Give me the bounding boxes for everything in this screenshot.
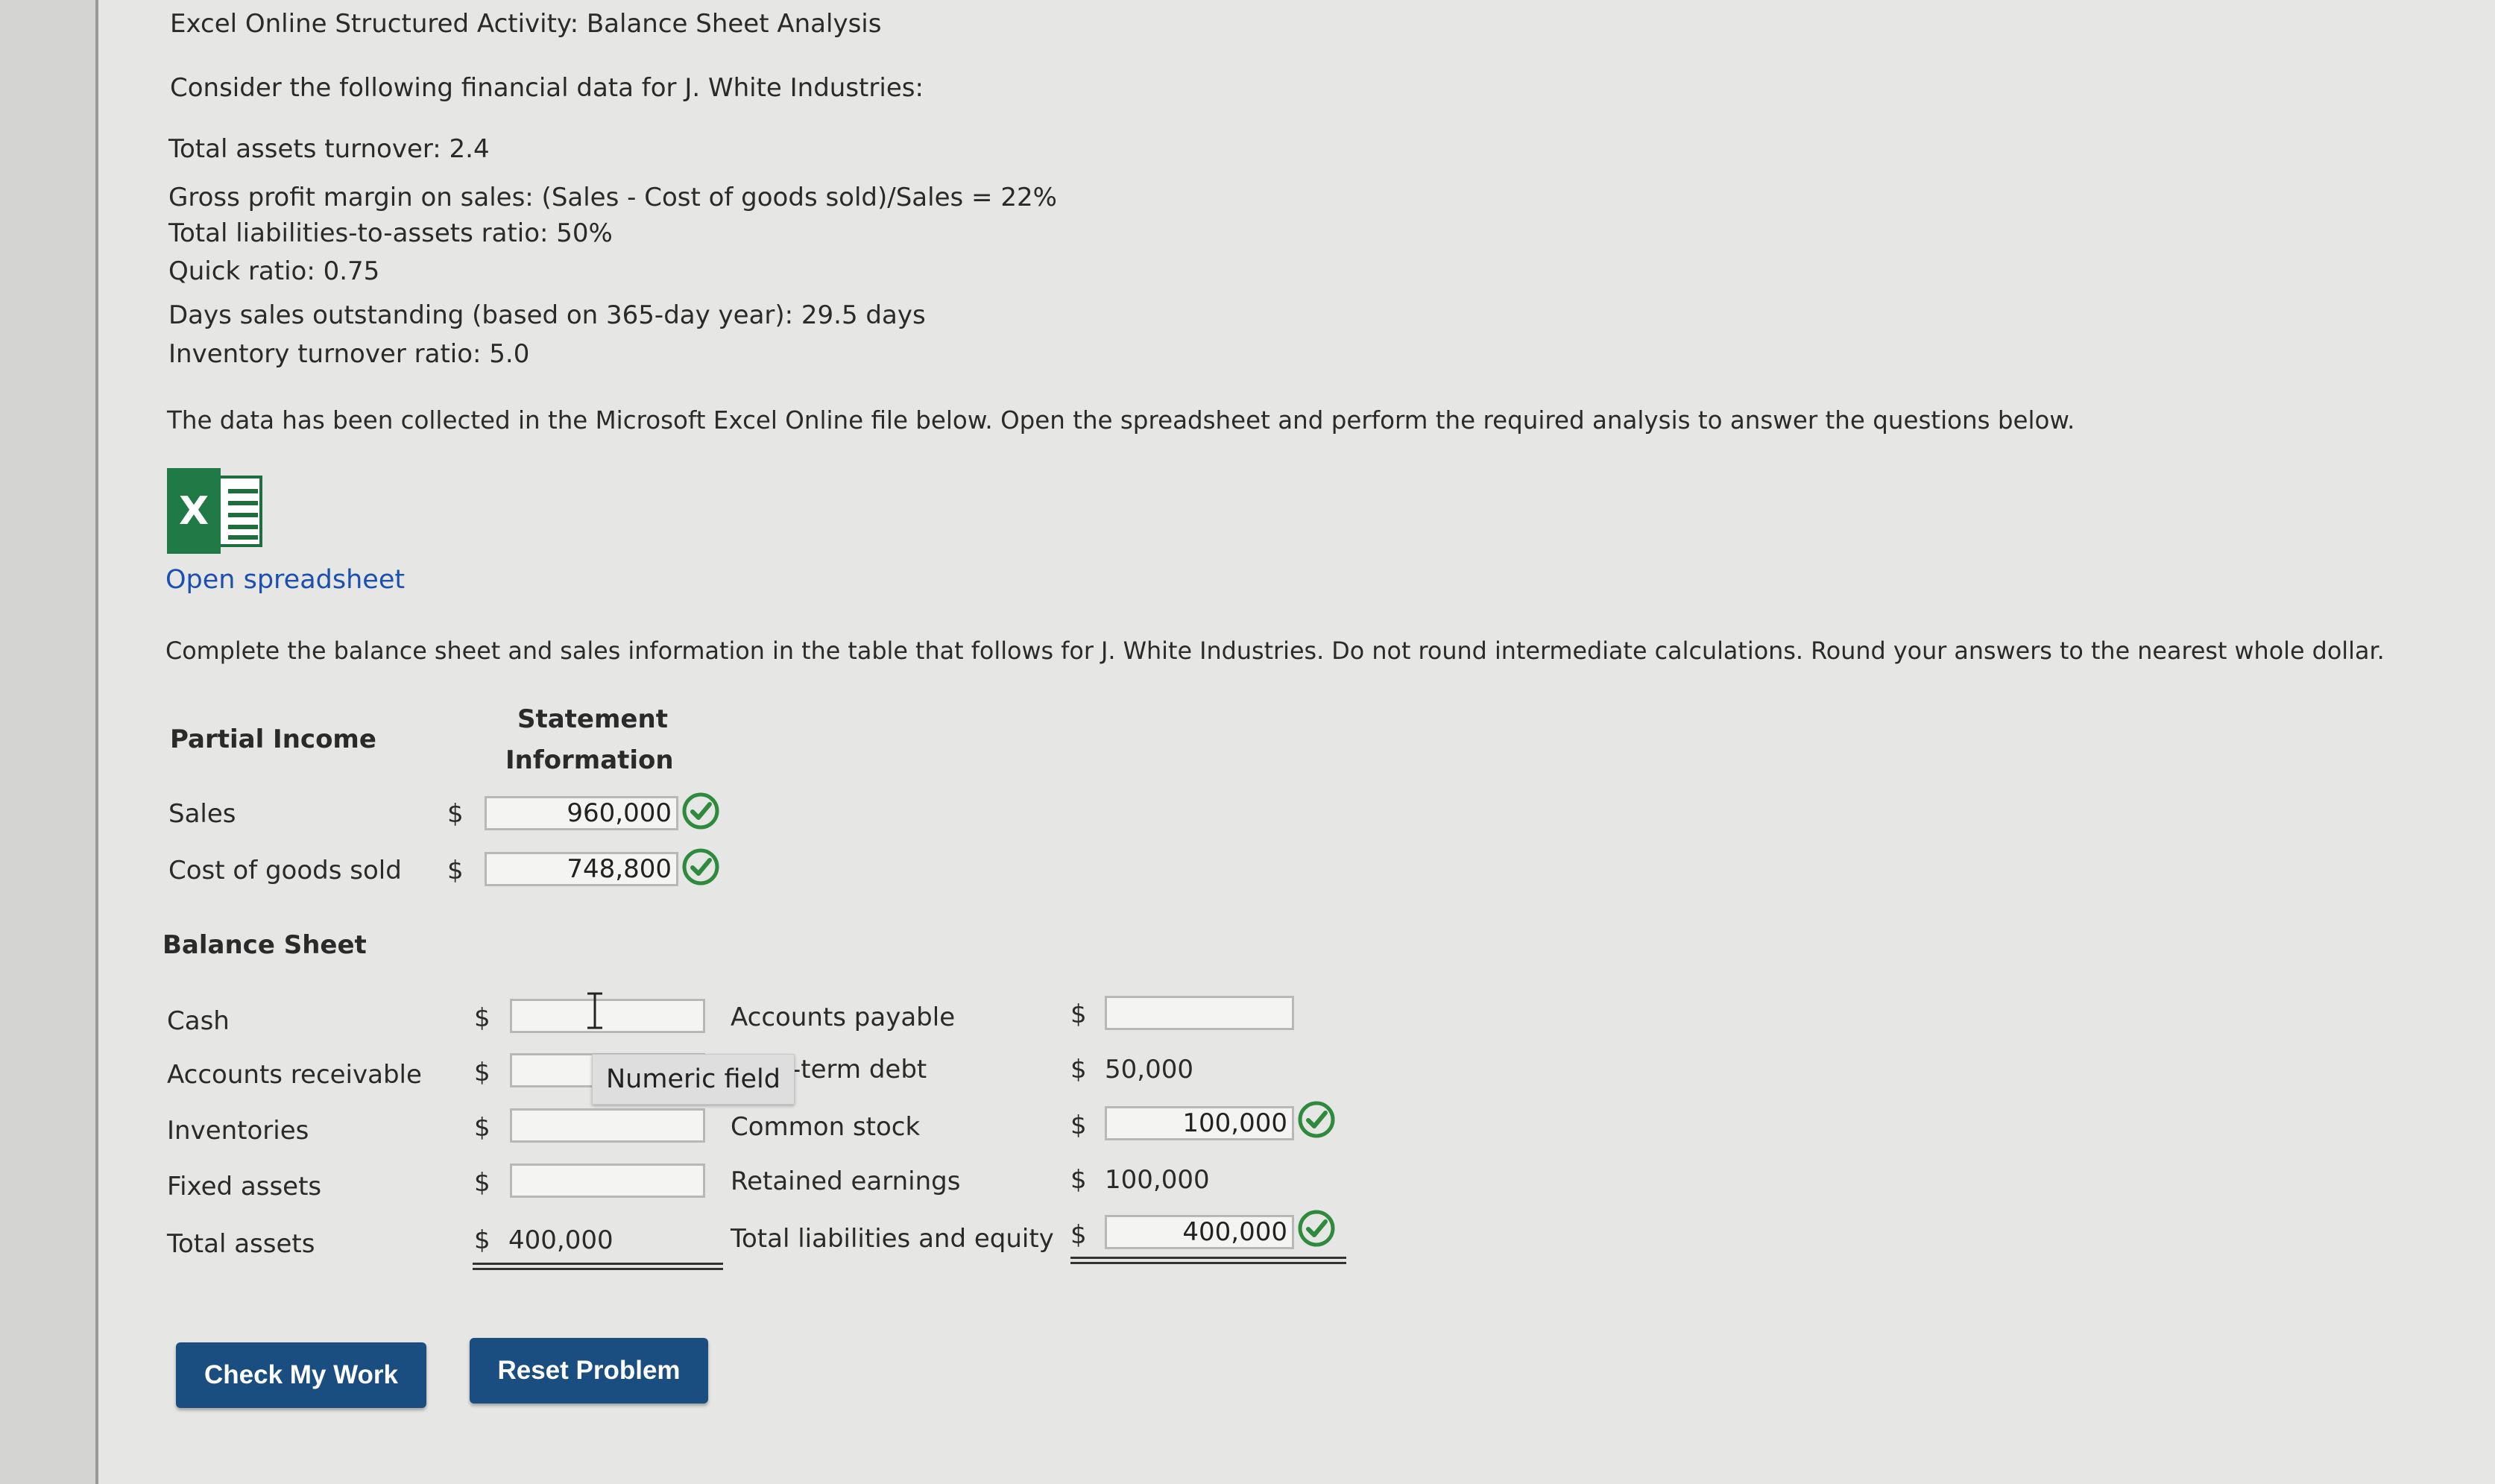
accounts-receivable-currency: $ (474, 1058, 491, 1087)
retained-earnings-label: Retained earnings (731, 1166, 961, 1196)
cogs-currency: $ (447, 856, 464, 885)
check-icon (682, 792, 719, 830)
data-line-2: Gross profit margin on sales: (Sales - C… (168, 183, 1057, 212)
income-heading-right-2: Information (505, 745, 674, 775)
cogs-input[interactable]: 748,800 (485, 852, 678, 886)
text-cursor-icon (587, 992, 602, 1029)
balance-sheet-heading: Balance Sheet (163, 930, 367, 960)
total-liabilities-equity-input[interactable]: 400,000 (1105, 1215, 1294, 1249)
data-line-6: Inventory turnover ratio: 5.0 (168, 339, 530, 369)
data-line-1: Total assets turnover: 2.4 (168, 134, 490, 164)
cogs-label: Cost of goods sold (168, 856, 402, 885)
total-liabilities-equity-currency: $ (1070, 1220, 1087, 1250)
check-icon (682, 848, 719, 885)
accounts-payable-label: Accounts payable (731, 1003, 956, 1032)
check-icon (1298, 1210, 1335, 1247)
total-liabilities-equity-label: Total liabilities and equity (731, 1224, 1054, 1254)
fixed-assets-input[interactable] (510, 1163, 705, 1198)
accounts-payable-input[interactable] (1105, 996, 1294, 1030)
total-assets-double-underline (473, 1263, 723, 1270)
retained-earnings-currency: $ (1070, 1165, 1087, 1195)
instruction-text: Complete the balance sheet and sales inf… (165, 637, 2385, 665)
income-heading-right-1: Statement (517, 704, 668, 734)
common-stock-label: Common stock (731, 1112, 921, 1142)
total-assets-currency: $ (474, 1225, 491, 1255)
open-spreadsheet-link[interactable]: Open spreadsheet (165, 565, 405, 595)
data-line-5: Days sales outstanding (based on 365-day… (168, 300, 926, 330)
intro-text: Consider the following financial data fo… (170, 73, 924, 103)
numeric-field-tooltip: Numeric field (592, 1054, 795, 1105)
sales-label: Sales (168, 799, 236, 829)
common-stock-currency: $ (1070, 1111, 1087, 1140)
long-term-debt-label: -term debt (792, 1055, 927, 1084)
fixed-assets-currency: $ (474, 1168, 491, 1198)
retained-earnings-value: 100,000 (1105, 1165, 1210, 1195)
inventories-label: Inventories (167, 1116, 309, 1146)
long-term-debt-currency: $ (1070, 1055, 1087, 1084)
common-stock-input[interactable]: 100,000 (1105, 1106, 1294, 1140)
left-margin-bar (0, 0, 98, 1484)
excel-icon[interactable]: X (167, 468, 264, 554)
check-my-work-button[interactable]: Check My Work (176, 1342, 426, 1408)
income-heading-left: Partial Income (170, 724, 376, 754)
accounts-payable-currency: $ (1070, 1000, 1087, 1029)
check-icon (1298, 1101, 1335, 1138)
long-term-debt-value: 50,000 (1105, 1055, 1193, 1084)
page-title: Excel Online Structured Activity: Balanc… (170, 9, 882, 39)
sales-currency: $ (447, 799, 464, 829)
cash-label: Cash (167, 1006, 230, 1036)
accounts-receivable-label: Accounts receivable (167, 1060, 422, 1090)
collected-note: The data has been collected in the Micro… (167, 406, 2075, 435)
data-line-4: Quick ratio: 0.75 (168, 256, 380, 286)
total-assets-value: 400,000 (508, 1225, 614, 1255)
inventories-currency: $ (474, 1113, 491, 1143)
reset-problem-button[interactable]: Reset Problem (470, 1338, 708, 1404)
sales-input[interactable]: 960,000 (485, 796, 678, 830)
cash-currency: $ (474, 1003, 491, 1033)
total-assets-label: Total assets (167, 1229, 315, 1259)
total-liabilities-double-underline (1070, 1257, 1346, 1264)
data-line-3: Total liabilities-to-assets ratio: 50% (168, 218, 613, 248)
fixed-assets-label: Fixed assets (167, 1172, 322, 1202)
cash-input[interactable] (510, 999, 705, 1033)
inventories-input[interactable] (510, 1108, 705, 1143)
excel-x-badge: X (167, 468, 221, 554)
